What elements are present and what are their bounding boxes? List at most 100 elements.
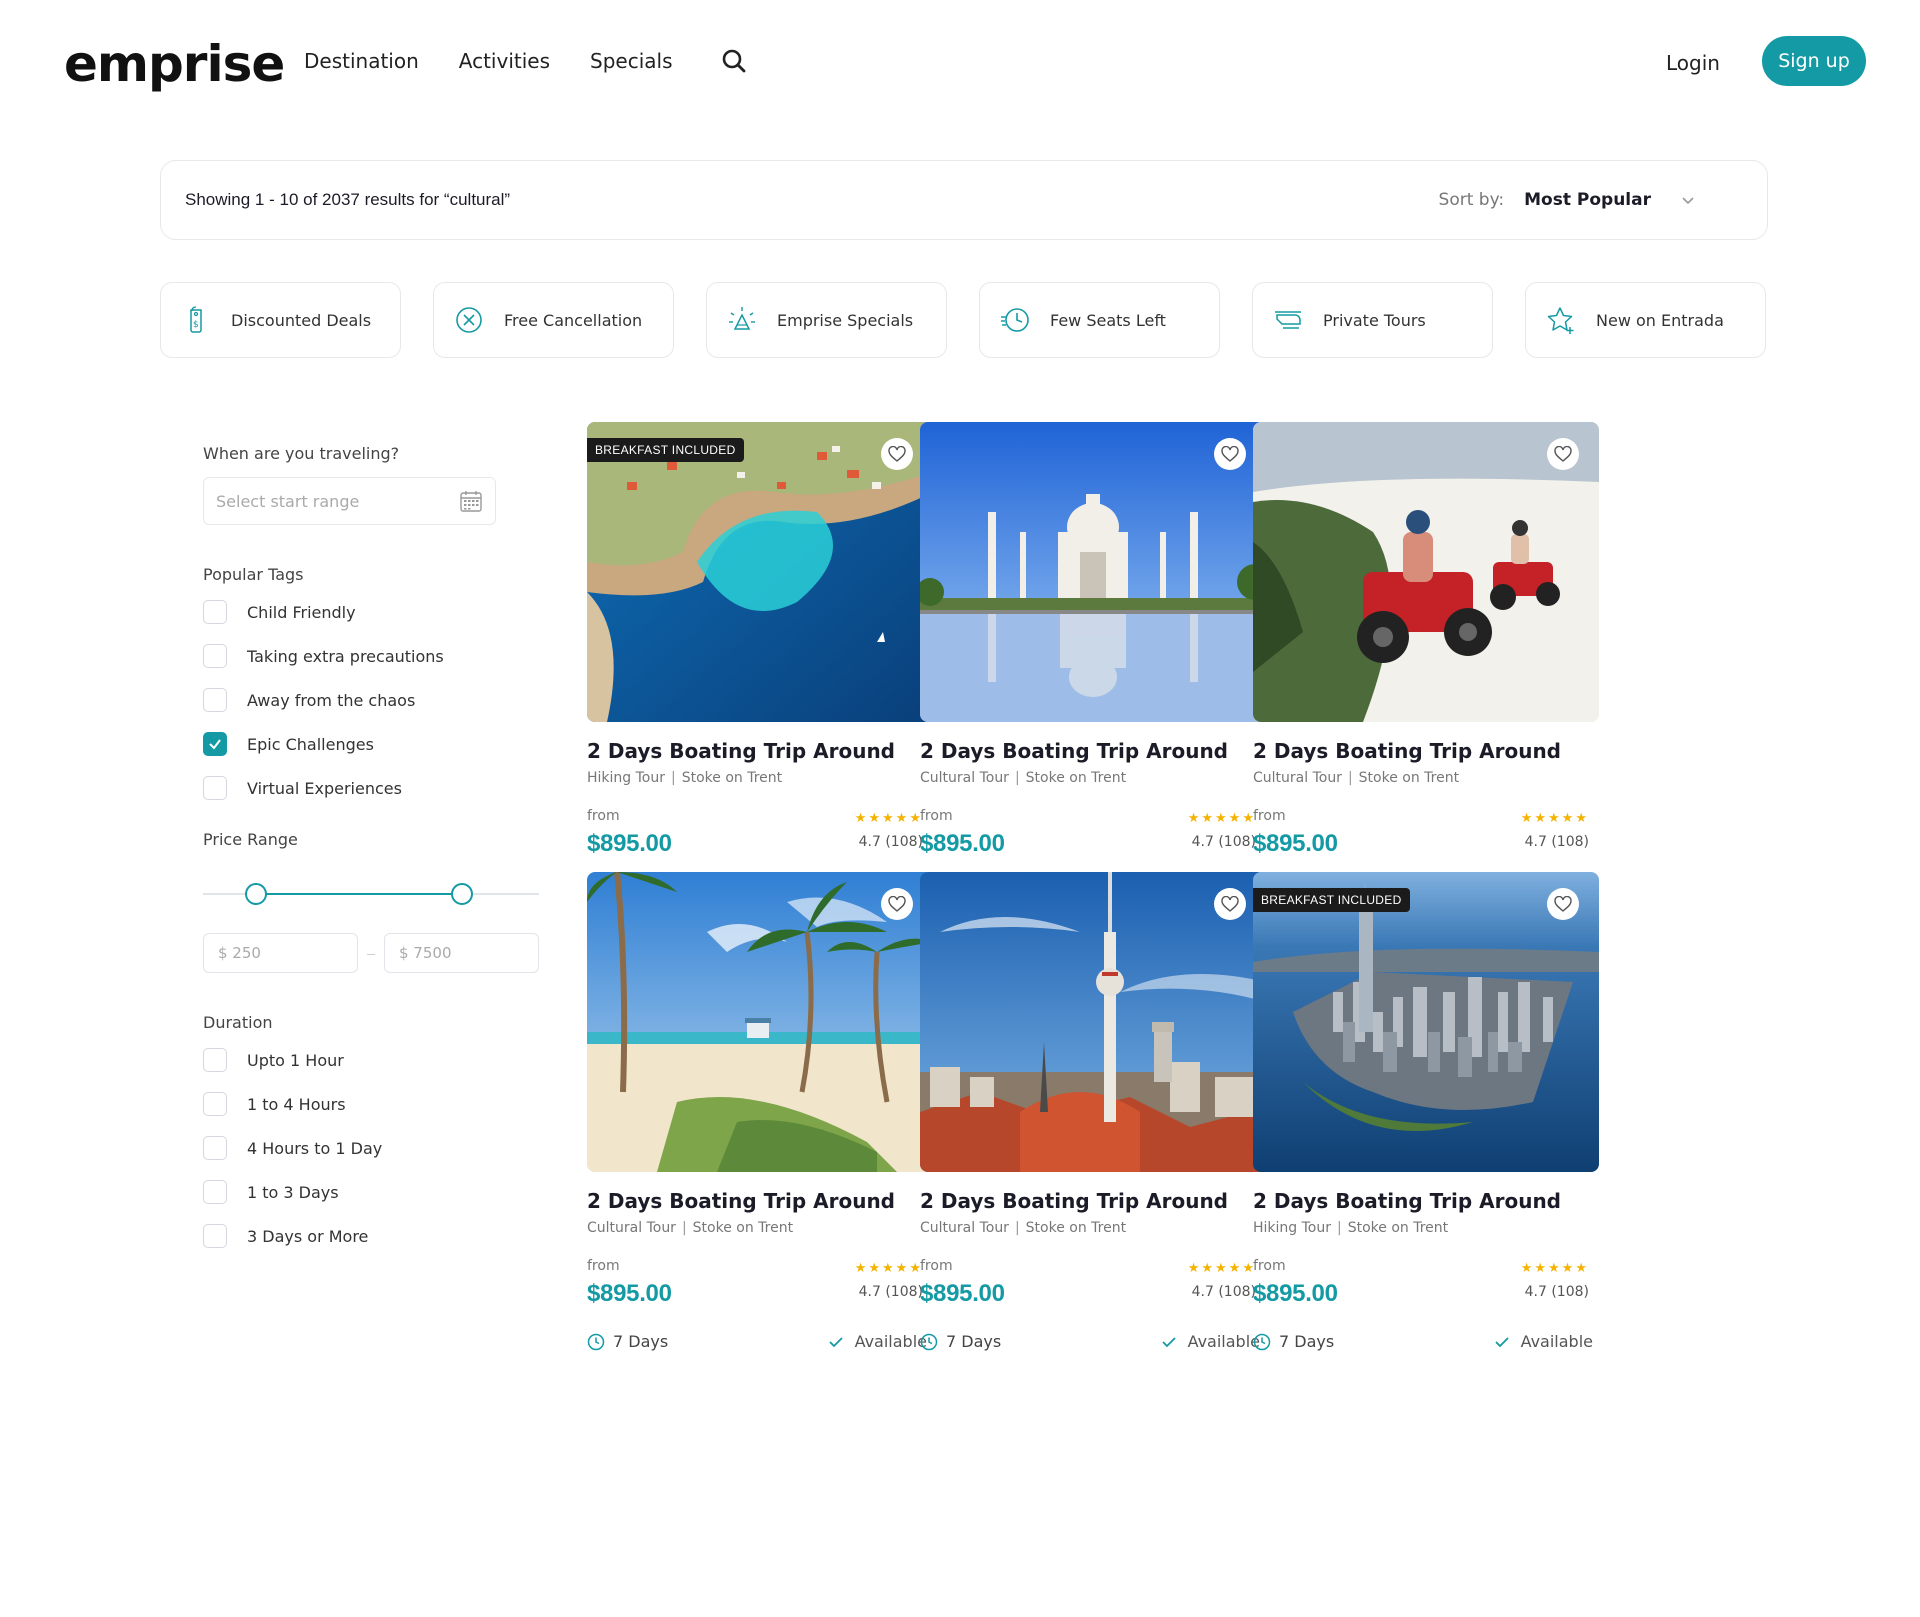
availability-info: Available bbox=[1161, 1332, 1260, 1351]
checkbox[interactable] bbox=[203, 1092, 227, 1116]
tour-location: Stoke on Trent bbox=[681, 770, 783, 786]
tour-image[interactable] bbox=[920, 872, 1266, 1172]
star-rating-icon: ★★★★★ bbox=[1187, 1260, 1256, 1275]
checkbox[interactable] bbox=[203, 1224, 227, 1248]
duration-info: 7 Days bbox=[1253, 1332, 1334, 1351]
price-max-input[interactable]: $ 7500 bbox=[384, 933, 539, 973]
price-min-input[interactable]: $ 250 bbox=[203, 933, 358, 973]
duration-option[interactable]: Upto 1 Hour bbox=[203, 1038, 539, 1082]
checkbox[interactable] bbox=[203, 644, 227, 668]
from-label: from bbox=[920, 1258, 953, 1274]
heart-icon[interactable] bbox=[1547, 438, 1579, 470]
tour-image[interactable] bbox=[587, 872, 933, 1172]
chevron-down-icon[interactable] bbox=[1681, 193, 1695, 207]
price-range-slider[interactable] bbox=[203, 879, 539, 909]
tag-option[interactable]: Child Friendly bbox=[203, 590, 539, 634]
chip-new-on-entrada[interactable]: New on Entrada bbox=[1525, 282, 1766, 358]
tour-type: Cultural Tour bbox=[1253, 770, 1342, 786]
heart-icon[interactable] bbox=[881, 438, 913, 470]
slider-min-handle[interactable] bbox=[245, 883, 267, 905]
tags-label: Popular Tags bbox=[203, 565, 304, 584]
nav-specials[interactable]: Specials bbox=[590, 46, 672, 76]
date-range-input[interactable] bbox=[216, 491, 459, 511]
tour-card[interactable]: 2 Days Boating Trip Around Cultural Tour |… bbox=[920, 422, 1266, 901]
availability-text: Available bbox=[1187, 1332, 1260, 1351]
tour-title[interactable]: 2 Days Boating Trip Around bbox=[1253, 738, 1599, 764]
checkbox[interactable] bbox=[203, 1136, 227, 1160]
nav-activities[interactable]: Activities bbox=[459, 46, 550, 76]
date-range-field[interactable] bbox=[203, 477, 496, 525]
duration-option[interactable]: 4 Hours to 1 Day bbox=[203, 1126, 539, 1170]
checkbox-label: Taking extra precautions bbox=[247, 646, 444, 666]
tour-type: Hiking Tour bbox=[587, 770, 665, 786]
tour-card[interactable]: BREAKFAST INCLUDED 2 Days Boating Trip Ar… bbox=[587, 422, 933, 901]
tour-image[interactable]: BREAKFAST INCLUDED bbox=[587, 422, 933, 722]
breakfast-badge: BREAKFAST INCLUDED bbox=[587, 438, 744, 462]
tour-card[interactable]: BREAKFAST INCLUDED 2 Days Boating Trip Ar… bbox=[1253, 872, 1599, 1351]
rating-text: 4.7 (108) bbox=[1191, 1284, 1256, 1300]
tour-image[interactable] bbox=[920, 422, 1266, 722]
meta-row: 7 Days Available bbox=[920, 1332, 1266, 1351]
tour-card[interactable]: 2 Days Boating Trip Around Cultural Tour |… bbox=[1253, 422, 1599, 901]
tour-title[interactable]: 2 Days Boating Trip Around bbox=[587, 1188, 933, 1214]
tour-photo bbox=[1253, 872, 1599, 1172]
duration-option[interactable]: 1 to 4 Hours bbox=[203, 1082, 539, 1126]
chip-label: New on Entrada bbox=[1596, 310, 1724, 330]
checkbox-label: Away from the chaos bbox=[247, 690, 416, 710]
duration-option[interactable]: 1 to 3 Days bbox=[203, 1170, 539, 1214]
signup-button[interactable]: Sign up bbox=[1762, 36, 1866, 86]
logo[interactable]: emprise bbox=[64, 34, 285, 94]
tour-title[interactable]: 2 Days Boating Trip Around bbox=[920, 738, 1266, 764]
tag-option[interactable]: Away from the chaos bbox=[203, 678, 539, 722]
tour-photo bbox=[920, 422, 1266, 722]
price-range-label: Price Range bbox=[203, 830, 298, 849]
sort-value[interactable]: Most Popular bbox=[1524, 190, 1651, 210]
tour-type: Cultural Tour bbox=[587, 1220, 676, 1236]
tour-card[interactable]: 2 Days Boating Trip Around Cultural Tour |… bbox=[920, 872, 1266, 1351]
tour-title[interactable]: 2 Days Boating Trip Around bbox=[1253, 1188, 1599, 1214]
checkbox[interactable] bbox=[203, 1048, 227, 1072]
tour-image[interactable]: BREAKFAST INCLUDED bbox=[1253, 872, 1599, 1172]
heart-icon[interactable] bbox=[881, 888, 913, 920]
tag-option[interactable]: Taking extra precautions bbox=[203, 634, 539, 678]
tour-title[interactable]: 2 Days Boating Trip Around bbox=[920, 1188, 1266, 1214]
tour-type: Hiking Tour bbox=[1253, 1220, 1331, 1236]
availability-info: Available bbox=[1494, 1332, 1593, 1351]
tour-card[interactable]: 2 Days Boating Trip Around Cultural Tour |… bbox=[587, 872, 933, 1351]
checkbox[interactable] bbox=[203, 776, 227, 800]
checkbox[interactable] bbox=[203, 688, 227, 712]
date-label: When are you traveling? bbox=[203, 444, 400, 463]
checkbox[interactable] bbox=[203, 1180, 227, 1204]
sort-dropdown[interactable]: Sort by: Most Popular bbox=[1439, 190, 1743, 210]
chip-few-seats-left[interactable]: Few Seats Left bbox=[979, 282, 1220, 358]
tour-image[interactable] bbox=[1253, 422, 1599, 722]
duration-option[interactable]: 3 Days or More bbox=[203, 1214, 539, 1258]
calendar-icon[interactable] bbox=[459, 489, 483, 513]
checkbox[interactable] bbox=[203, 600, 227, 624]
login-link[interactable]: Login bbox=[1666, 48, 1720, 78]
slider-fill bbox=[255, 893, 461, 895]
checkbox-label: Virtual Experiences bbox=[247, 778, 402, 798]
tour-title[interactable]: 2 Days Boating Trip Around bbox=[587, 738, 933, 764]
heart-icon[interactable] bbox=[1214, 888, 1246, 920]
checkbox[interactable] bbox=[203, 732, 227, 756]
price-inputs: $ 250 – $ 7500 bbox=[203, 933, 539, 973]
slider-max-handle[interactable] bbox=[451, 883, 473, 905]
heart-icon[interactable] bbox=[1547, 888, 1579, 920]
chip-emprise-specials[interactable]: Emprise Specials bbox=[706, 282, 947, 358]
chip-free-cancellation[interactable]: Free Cancellation bbox=[433, 282, 674, 358]
search-icon[interactable] bbox=[719, 46, 749, 76]
nav-destination[interactable]: Destination bbox=[304, 46, 419, 76]
tag-option[interactable]: Virtual Experiences bbox=[203, 766, 539, 810]
tour-price: $895.00 bbox=[587, 830, 672, 857]
chip-discounted-deals[interactable]: $ Discounted Deals bbox=[160, 282, 401, 358]
tag-option[interactable]: Epic Challenges bbox=[203, 722, 539, 766]
check-icon bbox=[1161, 1336, 1176, 1347]
checkbox-label: Epic Challenges bbox=[247, 734, 374, 754]
price-row: from $895.00 ★★★★★ 4.7 (108) bbox=[587, 808, 933, 858]
checkbox-label: 1 to 4 Hours bbox=[247, 1094, 346, 1114]
chip-private-tours[interactable]: Private Tours bbox=[1252, 282, 1493, 358]
star-rating-icon: ★★★★★ bbox=[1520, 1260, 1589, 1275]
tour-photo bbox=[920, 872, 1266, 1172]
heart-icon[interactable] bbox=[1214, 438, 1246, 470]
